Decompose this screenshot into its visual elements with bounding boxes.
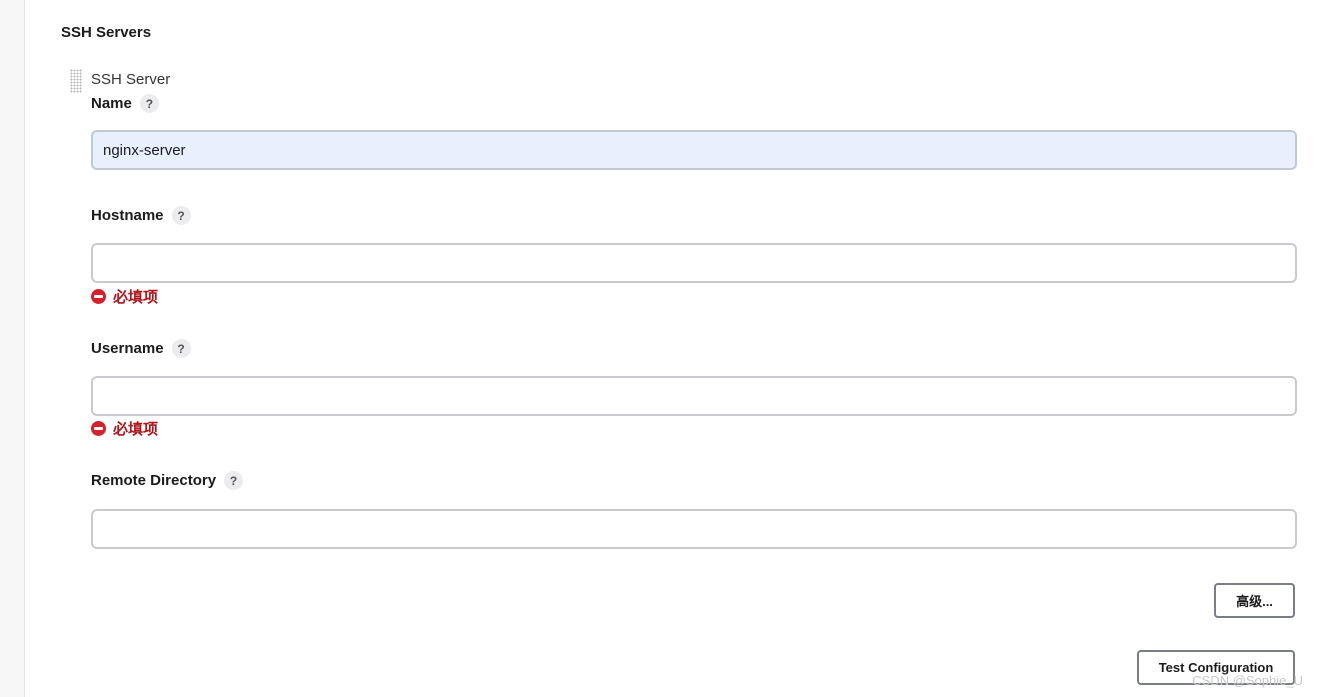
hostname-label: Hostname ? (91, 206, 191, 225)
advanced-button[interactable]: 高级... (1214, 583, 1295, 618)
drag-handle-icon[interactable] (70, 69, 82, 93)
hostname-label-text: Hostname (91, 207, 164, 224)
name-label-text: Name (91, 95, 132, 112)
name-input[interactable] (91, 130, 1297, 170)
name-label: Name ? (91, 94, 159, 113)
error-icon (91, 421, 106, 436)
hostname-error-text: 必填项 (113, 289, 159, 306)
username-label-text: Username (91, 340, 164, 357)
ssh-servers-config-page: SSH Servers SSH Server Name ? Hostname ?… (0, 0, 1317, 697)
ssh-server-item-title: SSH Server (91, 71, 171, 88)
name-help-icon[interactable]: ? (139, 94, 159, 113)
remote-directory-input[interactable] (91, 509, 1297, 549)
username-input[interactable] (91, 376, 1297, 416)
left-gutter (0, 0, 25, 697)
username-help-icon[interactable]: ? (171, 339, 191, 358)
username-label: Username ? (91, 339, 191, 358)
username-error: 必填项 (91, 418, 158, 439)
username-error-text: 必填项 (113, 421, 159, 438)
remote-directory-label-text: Remote Directory (91, 472, 217, 489)
error-icon (91, 289, 106, 304)
hostname-input[interactable] (91, 243, 1297, 283)
watermark: CSDN @Sophie_U (1192, 673, 1303, 688)
section-title: SSH Servers (61, 24, 152, 41)
remote-directory-help-icon[interactable]: ? (224, 471, 244, 490)
remote-directory-label: Remote Directory ? (91, 471, 244, 490)
hostname-help-icon[interactable]: ? (171, 206, 191, 225)
hostname-error: 必填项 (91, 286, 158, 307)
